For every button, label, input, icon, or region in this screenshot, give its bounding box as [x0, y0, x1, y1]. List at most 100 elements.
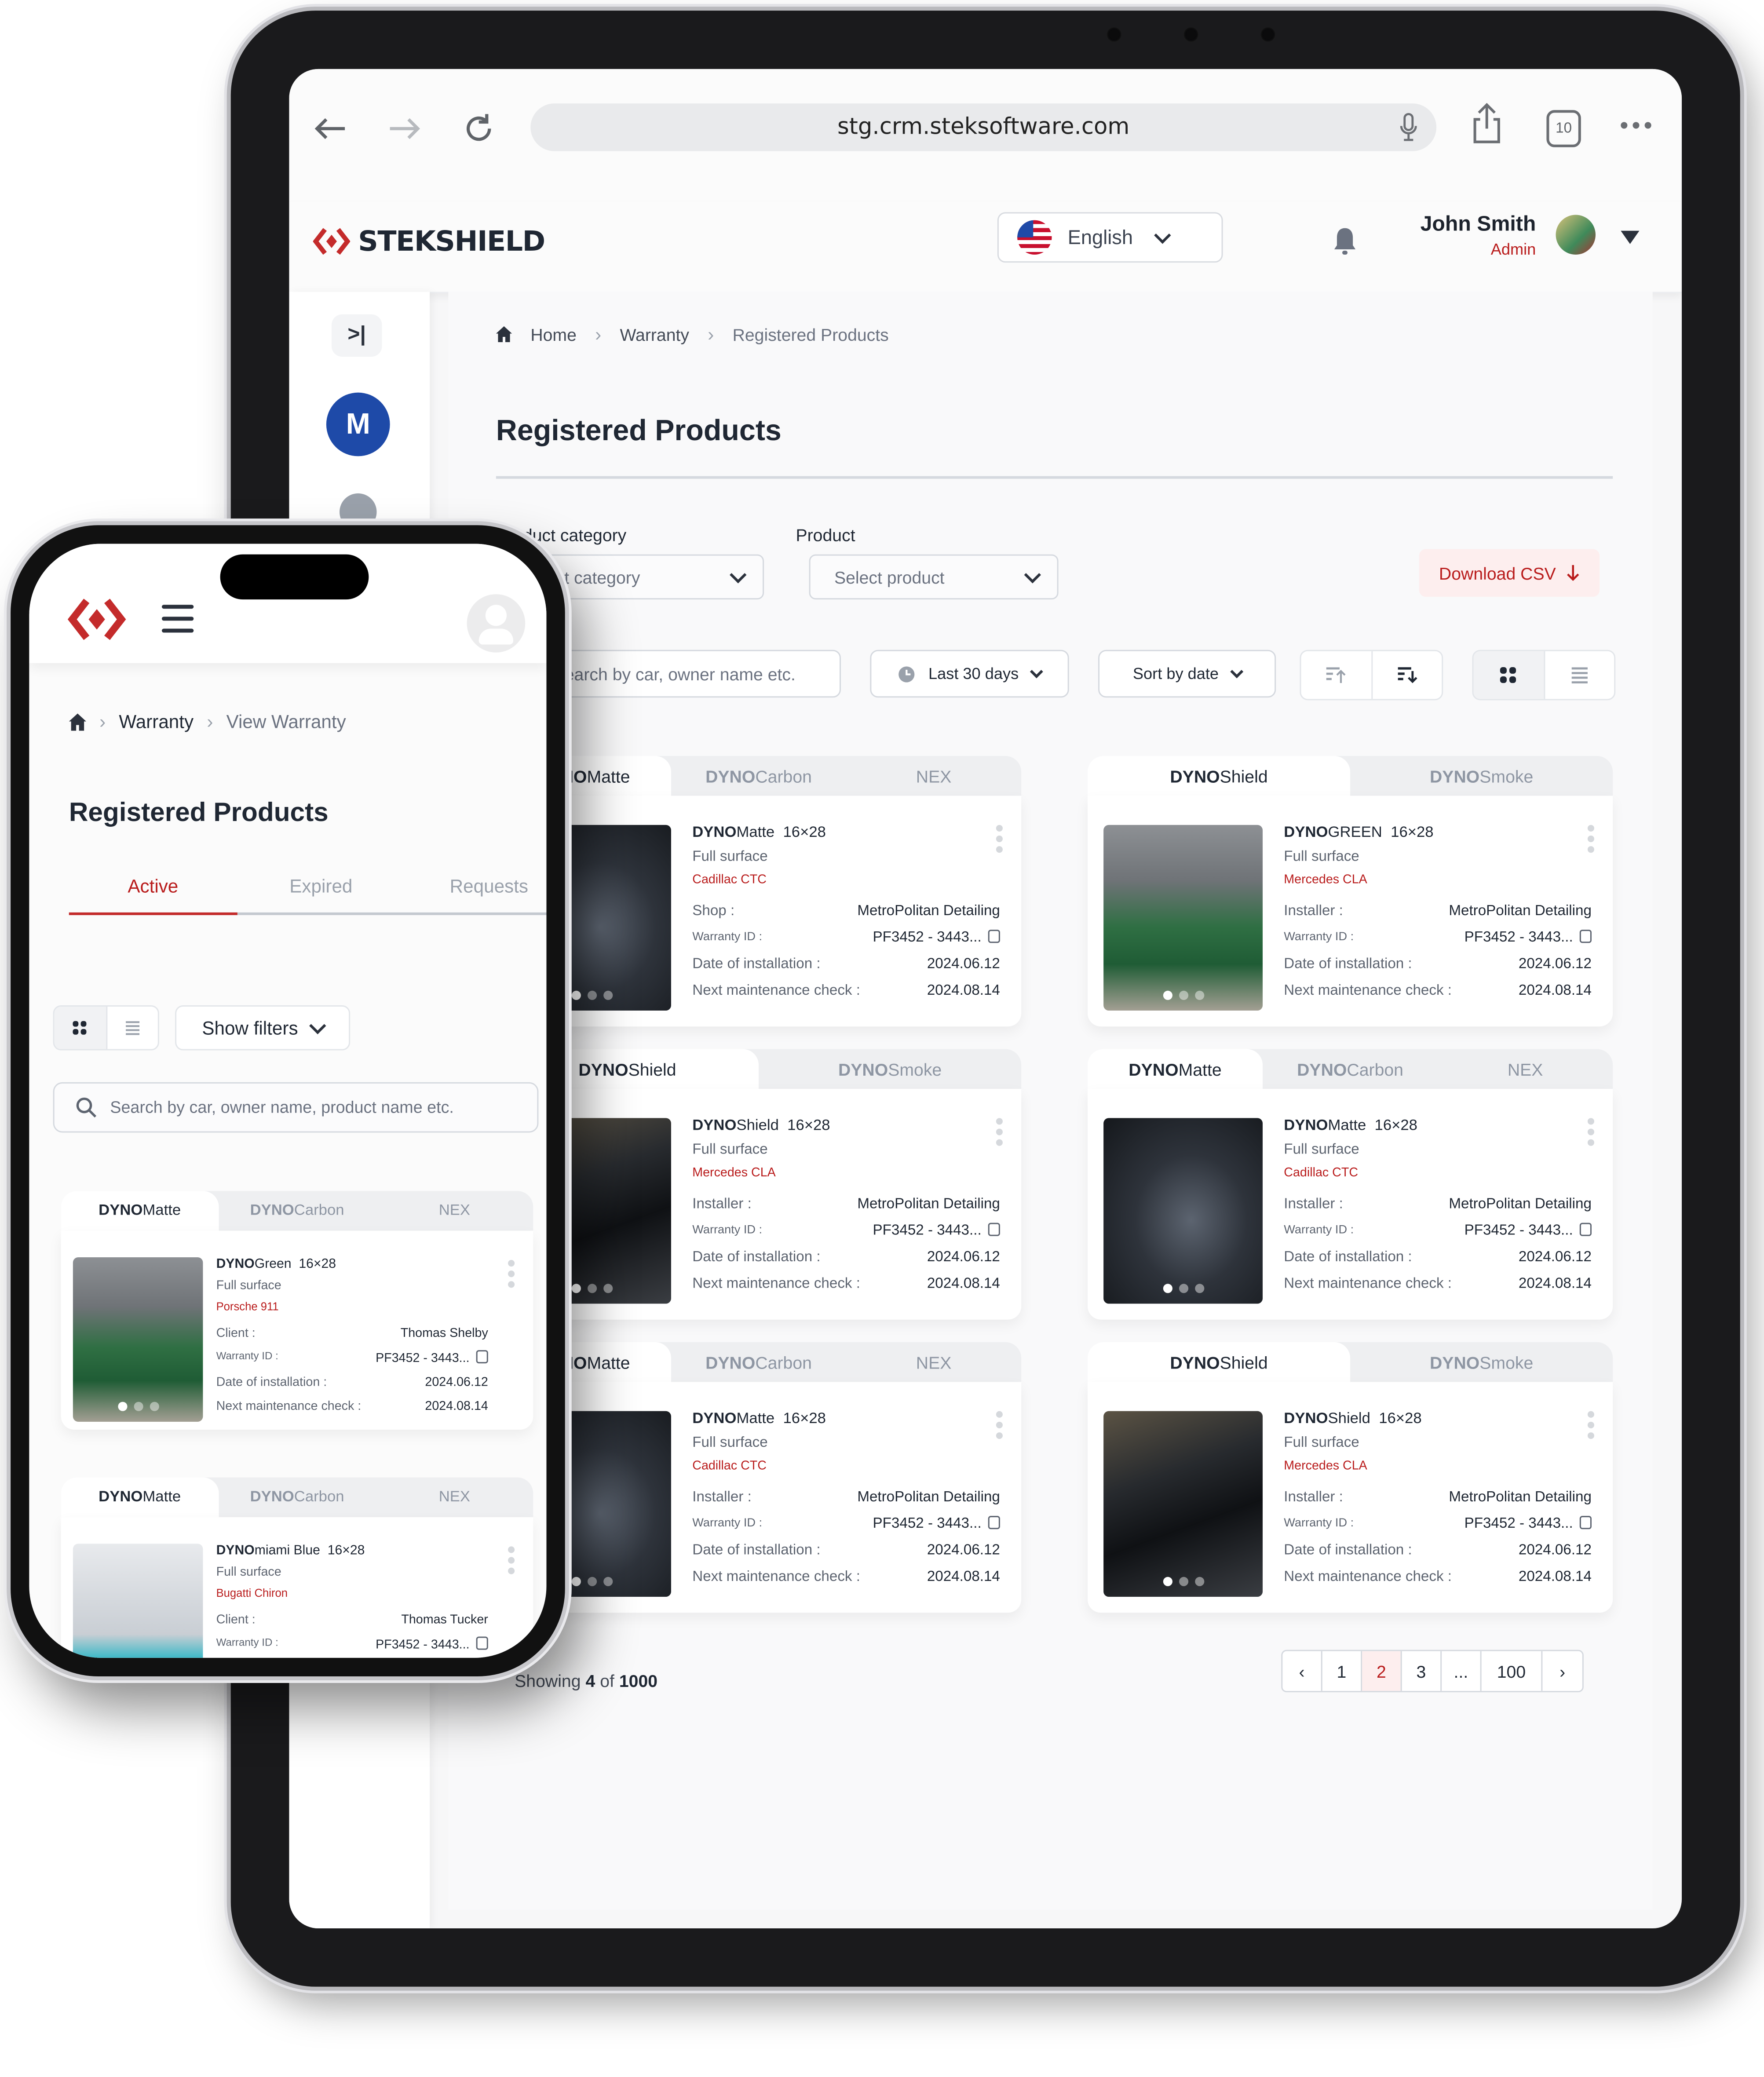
sort-descending-button[interactable]	[1372, 651, 1442, 699]
tab-active[interactable]: Active	[69, 867, 237, 915]
card-menu-icon[interactable]	[996, 825, 1003, 853]
card-tab[interactable]: NEX	[1438, 1049, 1613, 1088]
tab-expired[interactable]: Expired	[237, 867, 405, 913]
next-page-button[interactable]: ›	[1542, 1651, 1582, 1691]
copy-icon[interactable]	[988, 930, 1000, 943]
hamburger-menu-icon[interactable]	[161, 605, 194, 633]
card-tab[interactable]: NEX	[376, 1191, 533, 1230]
notification-bell-icon[interactable]	[1332, 226, 1358, 264]
list-view-button[interactable]	[1545, 651, 1614, 699]
back-arrow-icon[interactable]	[310, 109, 350, 148]
card-tab[interactable]: DYNOMatte	[1087, 1049, 1263, 1089]
product-card[interactable]: DYNO Shield DYNO Smoke DYNOGREEN 16×28 Full s…	[1087, 756, 1613, 1027]
card-tab[interactable]: NEX	[846, 1342, 1021, 1382]
product-card[interactable]: DYNO Shield DYNO Smoke DYNOShield 16×28 Full …	[496, 1049, 1022, 1320]
page-ellipsis: ...	[1442, 1651, 1482, 1691]
forward-arrow-icon[interactable]	[385, 109, 424, 148]
card-tab[interactable]: NEX	[846, 756, 1021, 796]
brand-logo[interactable]: STEKSHIELD	[313, 226, 545, 257]
address-bar[interactable]: stg.crm.steksoftware.com	[530, 103, 1437, 151]
workspace-avatar[interactable]: M	[326, 392, 390, 456]
card-menu-icon[interactable]	[1587, 1118, 1594, 1146]
card-tab[interactable]: DYNO Shield	[1087, 1342, 1351, 1382]
card-tab[interactable]: DYNO Carbon	[1263, 1049, 1438, 1088]
copy-icon[interactable]	[988, 1223, 1000, 1236]
photo-carousel-dots[interactable]	[1103, 1284, 1263, 1293]
card-tab[interactable]: DYNO Smoke	[759, 1049, 1021, 1088]
language-selector[interactable]: English	[997, 212, 1223, 263]
photo-carousel-dots[interactable]	[1103, 990, 1263, 1000]
breadcrumb-home[interactable]: Home	[530, 324, 577, 344]
product-card[interactable]: DYNO Shield DYNO Smoke DYNOShield 16×28 Full …	[1087, 1342, 1613, 1613]
product-card[interactable]: DYNOMatteDYNOCarbonNEXDYNOMatte 16×28Ful…	[1087, 1049, 1613, 1320]
car-photo[interactable]	[73, 1257, 203, 1422]
card-tab[interactable]: DYNO Smoke	[1350, 1342, 1613, 1382]
grid-view-button[interactable]	[1473, 651, 1545, 699]
user-avatar-placeholder-icon[interactable]	[467, 594, 526, 653]
card-tab[interactable]: DYNO Carbon	[219, 1478, 376, 1517]
copy-icon[interactable]	[988, 1516, 1000, 1529]
download-csv-button[interactable]: Download CSV	[1419, 549, 1600, 597]
reload-icon[interactable]	[459, 109, 498, 148]
card-tab[interactable]: DYNOMatte	[61, 1191, 219, 1231]
tab-requests[interactable]: Requests	[405, 867, 547, 913]
page-button[interactable]: 1	[1322, 1651, 1362, 1691]
phone-search-input[interactable]: Search by car, owner name, product name …	[53, 1082, 539, 1133]
tabs-icon[interactable]: 10	[1546, 110, 1581, 147]
share-icon[interactable]	[1467, 102, 1506, 143]
page-button-current[interactable]: 2	[1362, 1651, 1402, 1691]
copy-icon[interactable]	[476, 1350, 488, 1364]
date-range-select[interactable]: Last 30 days	[870, 650, 1069, 698]
card-tab[interactable]: DYNO Shield	[1087, 756, 1351, 796]
user-menu-caret-icon[interactable]	[1621, 230, 1640, 244]
card-tab[interactable]: DYNOMatte	[61, 1477, 219, 1518]
more-icon[interactable]	[1621, 122, 1651, 129]
sort-select[interactable]: Sort by date	[1098, 650, 1276, 698]
prev-page-button[interactable]: ‹	[1282, 1651, 1322, 1691]
copy-icon[interactable]	[1579, 1516, 1592, 1529]
home-icon[interactable]	[69, 712, 87, 730]
car-photo[interactable]	[1103, 825, 1263, 1011]
product-card[interactable]: DYNO Matte DYNO Carbon NEX DYNOGreen 16×28 Ful…	[61, 1191, 533, 1430]
card-tab[interactable]: DYNO Smoke	[1350, 756, 1613, 796]
list-view-button[interactable]	[107, 1007, 158, 1049]
sidebar-expand-button[interactable]: >|	[331, 314, 382, 357]
photo-carousel-dots[interactable]	[1103, 1577, 1263, 1586]
card-menu-icon[interactable]	[996, 1411, 1003, 1439]
product-card[interactable]: DYNOMatteDYNOCarbonNEXDYNOMatte 16×28Ful…	[496, 756, 1022, 1027]
card-menu-icon[interactable]	[996, 1118, 1003, 1146]
card-menu-icon[interactable]	[508, 1260, 515, 1288]
breadcrumb: Home › Warranty › Registered Products	[496, 324, 889, 345]
product-card[interactable]: DYNO Matte DYNO Carbon NEX DYNOmiami Blue 16×…	[61, 1477, 533, 1658]
stekshield-logo-icon[interactable]	[66, 597, 128, 649]
product-select[interactable]: Select product	[809, 554, 1059, 600]
card-menu-icon[interactable]	[1587, 1411, 1594, 1439]
breadcrumb-warranty[interactable]: Warranty	[119, 711, 194, 732]
microphone-icon[interactable]	[1399, 113, 1418, 142]
car-photo[interactable]	[1103, 1118, 1263, 1304]
detail-value: 2024.06.12	[1519, 956, 1592, 972]
card-menu-icon[interactable]	[1587, 825, 1594, 853]
card-body: DYNOMatte 16×28 Full surface Cadillac CTC I…	[496, 1382, 1022, 1613]
card-tab[interactable]: DYNO Carbon	[219, 1191, 376, 1230]
home-icon[interactable]	[496, 326, 512, 343]
user-avatar[interactable]	[1556, 215, 1596, 255]
copy-icon[interactable]	[1579, 930, 1592, 943]
page-button[interactable]: 100	[1482, 1651, 1543, 1691]
photo-carousel-dots[interactable]	[73, 1402, 203, 1411]
grid-view-button[interactable]	[54, 1006, 107, 1049]
copy-icon[interactable]	[1579, 1223, 1592, 1236]
page-button[interactable]: 3	[1402, 1651, 1442, 1691]
breadcrumb-warranty[interactable]: Warranty	[620, 324, 689, 344]
product-card[interactable]: DYNOMatteDYNOCarbonNEXDYNOMatte 16×28Ful…	[496, 1342, 1022, 1613]
sort-ascending-button[interactable]	[1301, 651, 1372, 699]
card-tab[interactable]: DYNO Carbon	[671, 1342, 846, 1382]
show-filters-button[interactable]: Show filters	[175, 1005, 351, 1051]
copy-icon[interactable]	[476, 1636, 488, 1650]
card-tab[interactable]: DYNO Carbon	[671, 756, 846, 796]
user-info[interactable]: John Smith Admin	[1417, 214, 1536, 259]
card-menu-icon[interactable]	[508, 1546, 515, 1574]
card-tab[interactable]: NEX	[376, 1478, 533, 1517]
car-photo[interactable]	[73, 1544, 203, 1658]
car-photo[interactable]	[1103, 1411, 1263, 1597]
